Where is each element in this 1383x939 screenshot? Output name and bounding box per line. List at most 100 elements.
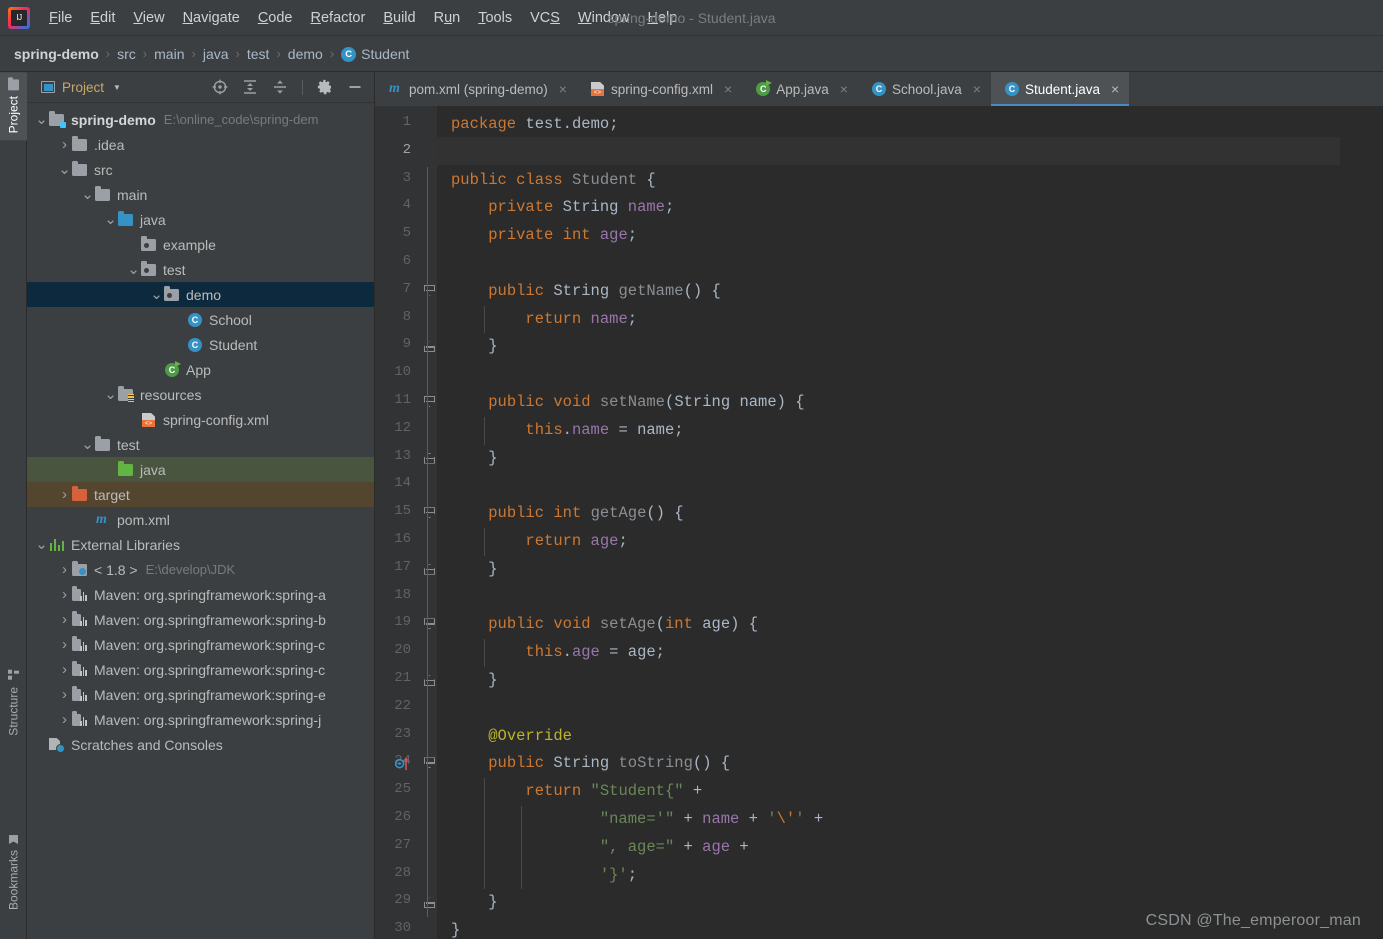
tree-node-java[interactable]: ⌄ java	[27, 207, 374, 232]
editor-tab-app-java[interactable]: App.java ×	[742, 72, 858, 106]
source-code[interactable]: package test.demo; public class Student …	[451, 111, 823, 939]
tree-node-maven-org-springframework-spring-e[interactable]: › Maven: org.springframework:spring-e	[27, 682, 374, 707]
chevron-down-icon[interactable]: ⌄	[104, 212, 117, 227]
menu-vcs[interactable]: VCS	[521, 7, 569, 29]
close-tab-icon[interactable]: ×	[559, 82, 567, 96]
chevron-right-icon[interactable]: ›	[58, 136, 71, 153]
chevron-right-icon[interactable]: ›	[58, 486, 71, 503]
chevron-right-icon[interactable]: ›	[58, 661, 71, 678]
breadcrumb-item-spring-demo[interactable]: spring-demo	[14, 46, 99, 62]
close-tab-icon[interactable]: ×	[1111, 82, 1119, 96]
project-tree[interactable]: ⌄ spring-demo E:\online_code\spring-dem › .i…	[27, 103, 374, 939]
tree-node-test[interactable]: ⌄ test	[27, 257, 374, 282]
chevron-right-icon[interactable]: ›	[58, 561, 71, 578]
fold-region-end[interactable]	[422, 556, 436, 584]
tree-node-spring-config-xml[interactable]: spring-config.xml	[27, 407, 374, 432]
close-tab-icon[interactable]: ×	[840, 82, 848, 96]
tree-node-spring-demo[interactable]: ⌄ spring-demo E:\online_code\spring-dem	[27, 107, 374, 132]
fold-region-end[interactable]	[422, 333, 436, 361]
tree-node-main[interactable]: ⌄ main	[27, 182, 374, 207]
chevron-down-icon[interactable]: ⌄	[81, 187, 94, 202]
menu-tools[interactable]: Tools	[469, 7, 521, 29]
fold-region[interactable]	[422, 278, 436, 306]
menu-help[interactable]: Help	[638, 7, 686, 29]
editor-tab-label: spring-config.xml	[610, 81, 714, 97]
chevron-right-icon[interactable]: ›	[58, 686, 71, 703]
select-opened-file-icon[interactable]	[212, 79, 228, 95]
chevron-down-icon[interactable]: ⌄	[150, 287, 163, 302]
tree-node-student[interactable]: Student	[27, 332, 374, 357]
tree-node-maven-org-springframework-spring-c[interactable]: › Maven: org.springframework:spring-c	[27, 632, 374, 657]
breadcrumb-item-demo[interactable]: demo	[288, 46, 323, 62]
tree-node-pom-xml[interactable]: m pom.xml	[27, 507, 374, 532]
settings-gear-icon[interactable]	[317, 79, 333, 95]
close-tab-icon[interactable]: ×	[973, 82, 981, 96]
overridden-method-icon[interactable]	[394, 756, 409, 771]
chevron-down-icon[interactable]: ⌄	[81, 437, 94, 452]
tree-node-1-8[interactable]: › < 1.8 > E:\develop\JDK	[27, 557, 374, 582]
menu-code[interactable]: Code	[249, 7, 302, 29]
menu-build[interactable]: Build	[374, 7, 424, 29]
menu-navigate[interactable]: Navigate	[174, 7, 249, 29]
tree-node-maven-org-springframework-spring-a[interactable]: › Maven: org.springframework:spring-a	[27, 582, 374, 607]
fold-region-end[interactable]	[422, 445, 436, 473]
toolwindow-button-structure[interactable]: Structure	[0, 663, 27, 743]
tree-node-src[interactable]: ⌄ src	[27, 157, 374, 182]
tree-node-maven-org-springframework-spring-b[interactable]: › Maven: org.springframework:spring-b	[27, 607, 374, 632]
tree-node-resources[interactable]: ⌄ resources	[27, 382, 374, 407]
fold-region[interactable]	[422, 389, 436, 417]
menu-run[interactable]: Run	[425, 7, 470, 29]
chevron-down-icon[interactable]: ⌄	[35, 112, 48, 127]
breadcrumb-item-java[interactable]: java	[203, 46, 229, 62]
tree-node-target[interactable]: › target	[27, 482, 374, 507]
tree-node-test[interactable]: ⌄ test	[27, 432, 374, 457]
editor-tab-school-java[interactable]: School.java ×	[858, 72, 991, 106]
menu-file[interactable]: File	[40, 7, 81, 29]
menu-refactor[interactable]: Refactor	[302, 7, 375, 29]
tree-node-maven-org-springframework-spring-c[interactable]: › Maven: org.springframework:spring-c	[27, 657, 374, 682]
chevron-right-icon[interactable]: ›	[58, 636, 71, 653]
chevron-down-icon[interactable]: ⌄	[127, 262, 140, 277]
toolwindow-button-bookmarks[interactable]: Bookmarks	[0, 828, 27, 917]
fold-region-end[interactable]	[422, 889, 436, 917]
toolwindow-button-project[interactable]: Project	[0, 72, 27, 141]
hide-toolwindow-icon[interactable]	[347, 79, 363, 95]
menu-edit[interactable]: Edit	[81, 7, 124, 29]
tree-node-idea[interactable]: › .idea	[27, 132, 374, 157]
close-tab-icon[interactable]: ×	[724, 82, 732, 96]
fold-region-end[interactable]	[422, 667, 436, 695]
chevron-down-icon[interactable]: ⌄	[104, 387, 117, 402]
line-number: 8	[402, 308, 411, 325]
menu-window[interactable]: Window	[569, 7, 639, 29]
editor-scrollbar[interactable]	[1340, 106, 1383, 939]
collapse-all-icon[interactable]	[272, 79, 288, 95]
expand-all-icon[interactable]	[242, 79, 258, 95]
tree-node-example[interactable]: example	[27, 232, 374, 257]
code-canvas[interactable]: package test.demo; public class Student …	[437, 106, 1340, 939]
chevron-right-icon[interactable]: ›	[58, 711, 71, 728]
fold-region[interactable]	[422, 750, 436, 778]
breadcrumb-item-main[interactable]: main	[154, 46, 184, 62]
tree-node-external-libraries[interactable]: ⌄ External Libraries	[27, 532, 374, 557]
chevron-down-icon[interactable]: ⌄	[58, 162, 71, 177]
chevron-down-icon[interactable]: ▼	[113, 83, 121, 92]
tree-node-java[interactable]: java	[27, 457, 374, 482]
editor-tab-student-java[interactable]: Student.java ×	[990, 72, 1130, 106]
menu-view[interactable]: View	[124, 7, 173, 29]
editor-tab-pom-xml-spring-demo[interactable]: m pom.xml (spring-demo) ×	[375, 72, 577, 106]
fold-region[interactable]	[422, 500, 436, 528]
tree-node-scratches-and-consoles[interactable]: Scratches and Consoles	[27, 732, 374, 757]
tree-node-school[interactable]: School	[27, 307, 374, 332]
fold-region[interactable]	[422, 611, 436, 639]
tree-node-app[interactable]: App	[27, 357, 374, 382]
breadcrumb-item-student[interactable]: Student	[341, 46, 409, 62]
chevron-right-icon[interactable]: ›	[58, 586, 71, 603]
chevron-right-icon[interactable]: ›	[58, 611, 71, 628]
breadcrumb-item-src[interactable]: src	[117, 46, 136, 62]
chevron-down-icon[interactable]: ⌄	[35, 537, 48, 552]
editor-gutter[interactable]: 1 2 3 4 5 6 7 8 9 10 11 12 13 14 15 16 17 18 19 20 21 22 23 24 2…	[375, 106, 437, 939]
editor-tab-spring-config-xml[interactable]: spring-config.xml ×	[577, 72, 742, 106]
tree-node-maven-org-springframework-spring-j[interactable]: › Maven: org.springframework:spring-j	[27, 707, 374, 732]
breadcrumb-item-test[interactable]: test	[247, 46, 270, 62]
tree-node-demo[interactable]: ⌄ demo	[27, 282, 374, 307]
